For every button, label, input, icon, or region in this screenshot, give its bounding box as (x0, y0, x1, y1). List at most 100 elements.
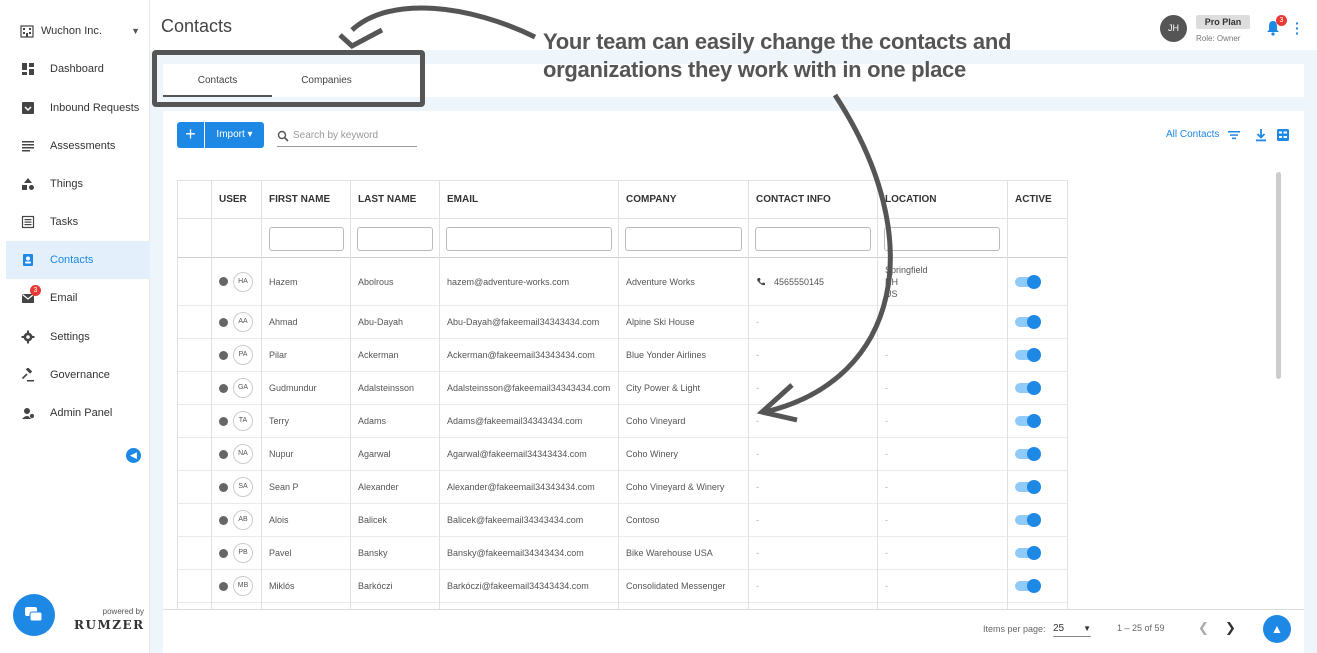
location-filter[interactable] (884, 227, 1000, 251)
active-toggle[interactable] (1015, 546, 1041, 560)
page-title: Contacts (161, 16, 233, 36)
contact-info-filter[interactable] (755, 227, 871, 251)
contact-info-value: - (756, 581, 759, 591)
sidebar-item-governance[interactable]: Governance (6, 356, 150, 394)
company-filter[interactable] (625, 227, 742, 251)
col-header-company[interactable]: COMPANY (619, 181, 749, 219)
column-divider (877, 181, 878, 609)
import-label: Import (216, 129, 245, 140)
active-cell (1008, 504, 1067, 536)
location-line: US (885, 288, 898, 299)
contact-info-cell: - (749, 537, 878, 569)
last-name-filter[interactable] (357, 227, 433, 251)
col-header-user[interactable]: USER (212, 181, 262, 219)
user-avatar[interactable]: JH (1160, 15, 1187, 42)
previous-page-button[interactable]: ❮ (1198, 620, 1209, 636)
import-button[interactable]: Import ▾ (205, 122, 264, 148)
sidebar-item-label: Dashboard (50, 63, 104, 75)
download-icon[interactable] (1254, 128, 1268, 142)
col-header-first-name[interactable]: FIRST NAME (262, 181, 351, 219)
contact-info-cell: - (749, 306, 878, 338)
sidebar-item-label: Things (50, 178, 84, 190)
first-name-filter[interactable] (269, 227, 344, 251)
chevron-down-icon: ▼ (1083, 623, 1091, 633)
sidebar-item-dashboard[interactable]: Dashboard (6, 50, 150, 88)
user-status-icon (219, 350, 228, 360)
sidebar-item-label: Governance (50, 369, 110, 381)
sidebar-item-contacts[interactable]: Contacts (6, 241, 150, 279)
user-initials-avatar: TA (233, 411, 253, 431)
active-toggle[interactable] (1015, 480, 1041, 494)
tasks-icon (21, 215, 35, 229)
active-toggle[interactable] (1015, 274, 1041, 289)
user-initials-avatar: AA (233, 312, 253, 332)
location-line: - (885, 581, 888, 591)
more-menu-icon[interactable]: · · · (1295, 16, 1300, 40)
location-cell: - (878, 471, 1008, 503)
active-toggle[interactable] (1015, 579, 1041, 593)
view-selector[interactable]: All Contacts (1166, 129, 1219, 140)
sidebar-item-settings[interactable]: Settings (6, 318, 150, 356)
scroll-top-button[interactable]: ▲ (1263, 615, 1291, 643)
table-row[interactable]: GA Gudmundur Adalsteinsson Adalsteinsson… (178, 372, 1067, 405)
items-per-page-select[interactable]: 25 ▼ (1053, 620, 1091, 637)
active-toggle[interactable] (1015, 447, 1041, 461)
column-divider (748, 181, 749, 609)
last-name-cell: Agarwal (358, 449, 391, 459)
gavel-icon (21, 368, 35, 382)
user-initials-avatar: GA (233, 378, 253, 398)
contact-info-value: - (756, 383, 759, 393)
org-name: Wuchon Inc. (41, 25, 102, 37)
sidebar-item-label: Assessments (50, 140, 116, 152)
org-switcher[interactable]: Wuchon Inc. ▼ (20, 22, 140, 40)
location-cell: Springfield NH US (878, 258, 1008, 305)
active-toggle[interactable] (1015, 414, 1041, 428)
items-per-page-label: Items per page: (983, 624, 1046, 634)
table-row[interactable]: SA Sean P Alexander Alexander@fakeemail3… (178, 471, 1067, 504)
sidebar-item-assessments[interactable]: Assessments (6, 127, 150, 165)
first-name-cell: Gudmundur (269, 383, 317, 393)
sidebar-item-inbound-requests[interactable]: Inbound Requests (6, 89, 150, 127)
inbox-icon (21, 101, 35, 115)
sidebar-item-admin-panel[interactable]: Admin Panel (6, 394, 150, 432)
user-cell: AB (212, 504, 262, 536)
contact-info-cell: - (749, 405, 878, 437)
sidebar-item-email[interactable]: 3 Email (6, 279, 150, 317)
col-header-last-name[interactable]: LAST NAME (351, 181, 440, 219)
table-row[interactable]: TA Terry Adams Adams@fakeemail34343434.c… (178, 405, 1067, 438)
location-line: - (885, 449, 888, 459)
col-header-location[interactable]: LOCATION (878, 181, 1008, 219)
table-row[interactable]: HA Hazem Abolrous hazem@adventure-works.… (178, 258, 1067, 306)
company-cell: Blue Yonder Airlines (626, 350, 707, 360)
chat-icon (25, 607, 43, 622)
filter-icon[interactable] (1227, 128, 1241, 142)
active-toggle[interactable] (1015, 513, 1041, 527)
col-header-active[interactable]: ACTIVE (1008, 181, 1067, 219)
table-row[interactable]: AA Ahmad Abu-Dayah Abu-Dayah@fakeemail34… (178, 306, 1067, 339)
chevron-down-icon: ▼ (131, 26, 140, 36)
table-row[interactable]: NA Nupur Agarwal Agarwal@fakeemail343434… (178, 438, 1067, 471)
company-cell: Contoso (626, 515, 660, 525)
table-row[interactable]: PB Pavel Bansky Bansky@fakeemail34343434… (178, 537, 1067, 570)
last-name-cell: Alexander (358, 482, 399, 492)
columns-icon[interactable] (1276, 128, 1290, 142)
active-toggle[interactable] (1015, 348, 1041, 362)
vertical-scrollbar[interactable] (1276, 172, 1281, 379)
active-toggle[interactable] (1015, 381, 1041, 395)
table-row[interactable]: PA Pilar Ackerman Ackerman@fakeemail3434… (178, 339, 1067, 372)
email-filter[interactable] (446, 227, 612, 251)
location-line: - (885, 482, 888, 492)
col-header-contact-info[interactable]: CONTACT INFO (749, 181, 878, 219)
add-contact-button[interactable]: + (177, 122, 204, 148)
sidebar-item-tasks[interactable]: Tasks (6, 203, 150, 241)
sidebar-item-things[interactable]: Things (6, 165, 150, 203)
chat-button[interactable] (13, 594, 55, 636)
table-row[interactable]: AB Alois Balicek Balicek@fakeemail343434… (178, 504, 1067, 537)
last-name-cell: Abolrous (358, 276, 394, 287)
next-page-button[interactable]: ❯ (1225, 620, 1236, 636)
col-header-email[interactable]: EMAIL (440, 181, 619, 219)
search-input[interactable]: Search by keyword (277, 125, 417, 147)
collapse-sidebar-button[interactable]: ◀ (126, 448, 141, 463)
table-row[interactable]: MB Miklós Barkóczi Barkóczi@fakeemail343… (178, 570, 1067, 603)
active-toggle[interactable] (1015, 315, 1041, 329)
